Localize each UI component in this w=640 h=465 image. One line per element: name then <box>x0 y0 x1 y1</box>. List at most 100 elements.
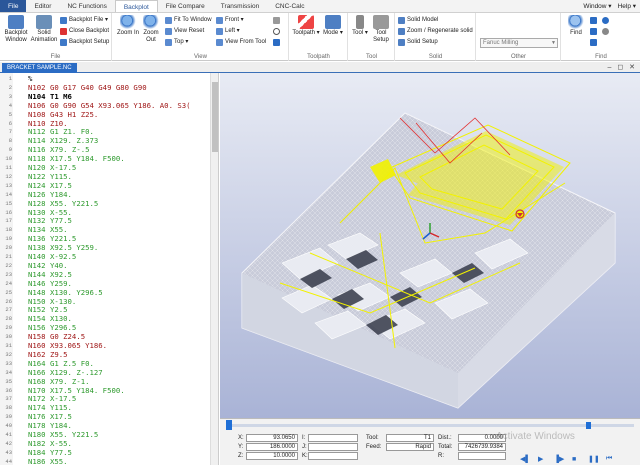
find-option-3[interactable] <box>590 38 597 47</box>
code-line[interactable]: N126 Y184. <box>28 190 72 199</box>
code-line[interactable]: N142 Y40. <box>28 261 68 270</box>
code-line[interactable]: N162 Z9.5 <box>28 350 68 359</box>
solid-animation-button[interactable]: Solid Animation <box>30 15 58 44</box>
find-option-2[interactable] <box>590 27 597 36</box>
menu-tab-nc-functions[interactable]: NC Functions <box>59 0 114 12</box>
code-line[interactable]: N176 X17.5 <box>28 412 72 421</box>
tool-button[interactable]: Tool ▾ <box>351 15 369 37</box>
scrollbar-thumb[interactable] <box>212 82 218 152</box>
pen-tool-button[interactable] <box>273 16 280 25</box>
code-line[interactable]: N120 X-17.5 <box>28 163 76 172</box>
menu-tab-file[interactable]: File <box>0 0 27 12</box>
code-line[interactable]: N116 X79. Z-.5 <box>28 145 90 154</box>
code-line[interactable]: N146 Y259. <box>28 279 72 288</box>
code-line[interactable]: N150 X-130. <box>28 297 76 306</box>
editor-scrollbar[interactable] <box>210 73 218 465</box>
code-line[interactable]: N140 X-92.5 <box>28 252 76 261</box>
code-line[interactable]: N182 X-55. <box>28 439 72 448</box>
code-line[interactable]: N168 X79. Z-1. <box>28 377 90 386</box>
close-backplot-button[interactable]: Close Backplot <box>60 27 109 36</box>
pause-button[interactable]: ❚❚ <box>588 455 600 463</box>
code-line[interactable]: N186 X55. <box>28 457 68 465</box>
find-button[interactable]: Find <box>566 15 586 37</box>
color-tool-button[interactable] <box>273 38 280 47</box>
menu-help[interactable]: Help ▾ <box>618 0 636 12</box>
code-line[interactable]: N158 G0 Z24.5 <box>28 332 85 341</box>
code-line[interactable]: N144 X92.5 <box>28 270 72 279</box>
code-line[interactable]: N110 Z10. <box>28 119 68 128</box>
menu-tab-cnc-calc[interactable]: CNC-Calc <box>267 0 312 12</box>
solid-model-button[interactable]: Solid Model <box>398 16 438 25</box>
machine-select-value: Fanuc Milling <box>483 40 519 46</box>
front-view-button[interactable]: Front ▾ <box>216 16 244 25</box>
code-line[interactable]: N128 X55. Y221.5 <box>28 199 98 208</box>
code-line[interactable]: N172 X-17.5 <box>28 394 76 403</box>
backplot-viewport[interactable] <box>220 73 640 418</box>
solid-setup-button[interactable]: Solid Setup <box>398 38 438 47</box>
help-button[interactable] <box>602 16 609 25</box>
rewind-button[interactable]: ⏮ <box>606 455 612 463</box>
machine-select[interactable]: Fanuc Milling ▼ <box>480 38 558 48</box>
code-line[interactable]: N160 X93.065 Y186. <box>28 341 107 350</box>
code-line[interactable]: N122 Y115. <box>28 172 72 181</box>
backplot-window-button[interactable]: Backplot Window <box>2 15 30 44</box>
menu-tab-file-compare[interactable]: File Compare <box>158 0 213 12</box>
mode-button[interactable]: Mode ▾ <box>321 15 345 37</box>
code-line[interactable]: N180 X55. Y221.5 <box>28 430 98 439</box>
view-reset-button[interactable]: View Reset <box>165 27 204 36</box>
document-tab[interactable]: BRACKET SAMPLE.NC <box>2 63 77 73</box>
circle-tool-button[interactable] <box>273 27 280 36</box>
backplot-setup-button[interactable]: Backplot Setup <box>60 38 109 47</box>
code-line[interactable]: N138 X92.5 Y259. <box>28 243 98 252</box>
code-line[interactable]: N114 X129. Z.373 <box>28 136 98 145</box>
code-line[interactable]: N112 G1 Z1. F0. <box>28 127 94 136</box>
menu-tab-backplot[interactable]: Backplot <box>114 0 158 12</box>
code-line[interactable]: N134 X55. <box>28 225 68 234</box>
timeline-slider-handle[interactable] <box>226 420 232 430</box>
play-button[interactable]: ▶ <box>538 455 543 463</box>
toolpath-button[interactable]: Toolpath ▾ <box>292 15 320 37</box>
code-line[interactable]: N184 Y77.5 <box>28 448 72 457</box>
code-line[interactable]: N102 G0 G17 G40 G49 G80 G90 <box>28 83 147 92</box>
view-from-tool-button[interactable]: View From Tool <box>216 38 266 47</box>
code-line[interactable]: N166 X129. Z-.127 <box>28 368 103 377</box>
tool-setup-button[interactable]: Tool Setup <box>370 15 392 44</box>
code-line[interactable]: N156 Y296.5 <box>28 323 76 332</box>
code-line[interactable]: N108 G43 H1 Z25. <box>28 110 98 119</box>
menu-tab-editor[interactable]: Editor <box>26 0 59 12</box>
code-line[interactable]: N178 Y184. <box>28 421 72 430</box>
code-line[interactable]: N174 Y115. <box>28 403 72 412</box>
code-line[interactable]: N154 X130. <box>28 314 72 323</box>
step-forward-button[interactable]: ▐▶ <box>554 455 564 463</box>
zoom-regenerate-button[interactable]: Zoom / Regenerate solid <box>398 27 473 36</box>
zoom-in-button[interactable]: Zoom In <box>117 15 139 37</box>
zoom-out-button[interactable]: Zoom Out <box>140 15 162 44</box>
stop-button[interactable]: ■ <box>572 456 576 463</box>
window-controls[interactable]: – ◻ ✕ <box>608 63 637 71</box>
find-option-1[interactable] <box>590 16 597 25</box>
nc-editor[interactable]: 1% 2 N102 G0 G17 G40 G49 G80 G90 3 N104 T1 M… <box>0 73 219 465</box>
code-line[interactable]: N104 T1 M6 <box>28 92 72 101</box>
settings-button[interactable] <box>602 27 609 36</box>
menu-tab-transmission[interactable]: Transmission <box>213 0 267 12</box>
top-view-button[interactable]: Top ▾ <box>165 38 188 47</box>
code-line[interactable]: N136 Y221.5 <box>28 234 76 243</box>
status-panel: X: 93.0650 Y: 186.0000 Z: 10.0000 I: J: … <box>220 418 640 465</box>
code-line[interactable]: N124 X17.5 <box>28 181 72 190</box>
code-line[interactable]: % <box>28 74 32 83</box>
timeline-slider-track[interactable] <box>226 424 634 427</box>
code-line[interactable]: N118 X17.5 Y184. F500. <box>28 154 125 163</box>
backplot-file-button[interactable]: Backplot File ▾ <box>60 16 108 25</box>
code-line[interactable]: N170 X17.5 Y184. F500. <box>28 386 125 395</box>
fit-to-window-button[interactable]: Fit To Window <box>165 16 212 25</box>
code-line[interactable]: N148 X130. Y296.5 <box>28 288 103 297</box>
code-line[interactable]: N132 Y77.5 <box>28 216 72 225</box>
step-back-button[interactable]: ◀▌ <box>520 455 530 463</box>
menu-window[interactable]: Window ▾ <box>583 0 611 12</box>
code-line[interactable]: N164 G1 Z.5 F0. <box>28 359 94 368</box>
code-line[interactable]: N130 X-55. <box>28 208 72 217</box>
left-view-button[interactable]: Left ▾ <box>216 27 240 36</box>
code-line[interactable]: N152 Y2.5 <box>28 305 68 314</box>
speed-slider-handle[interactable] <box>586 422 591 429</box>
code-line[interactable]: N106 G0 G90 G54 X93.065 Y186. A0. S3( <box>28 101 191 110</box>
